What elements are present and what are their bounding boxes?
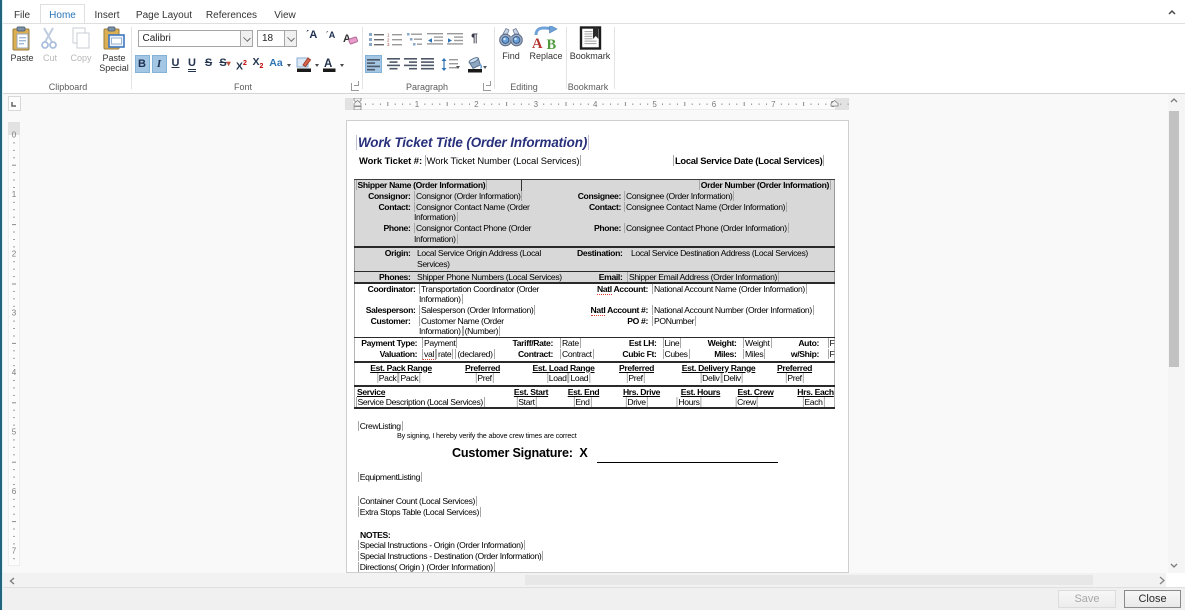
svg-text:3: 3 bbox=[387, 42, 390, 46]
svg-text:4: 4 bbox=[12, 368, 17, 377]
svg-text:5: 5 bbox=[652, 100, 657, 109]
svg-text:4: 4 bbox=[593, 100, 598, 109]
svg-text:7: 7 bbox=[12, 546, 17, 555]
svg-text:6: 6 bbox=[712, 100, 717, 109]
svg-text:A: A bbox=[532, 36, 543, 50]
svg-text:2: 2 bbox=[474, 100, 479, 109]
svg-text:6: 6 bbox=[12, 487, 17, 496]
svg-text:3: 3 bbox=[534, 100, 539, 109]
svg-text:1: 1 bbox=[415, 100, 420, 109]
svg-text:3: 3 bbox=[12, 309, 17, 318]
svg-text:A: A bbox=[324, 58, 332, 70]
svg-text:5: 5 bbox=[12, 428, 17, 437]
svg-text:1: 1 bbox=[12, 190, 17, 199]
svg-text:B: B bbox=[547, 37, 557, 50]
svg-text:2: 2 bbox=[12, 249, 17, 258]
svg-text:7: 7 bbox=[771, 100, 776, 109]
svg-text:0: 0 bbox=[12, 131, 17, 140]
